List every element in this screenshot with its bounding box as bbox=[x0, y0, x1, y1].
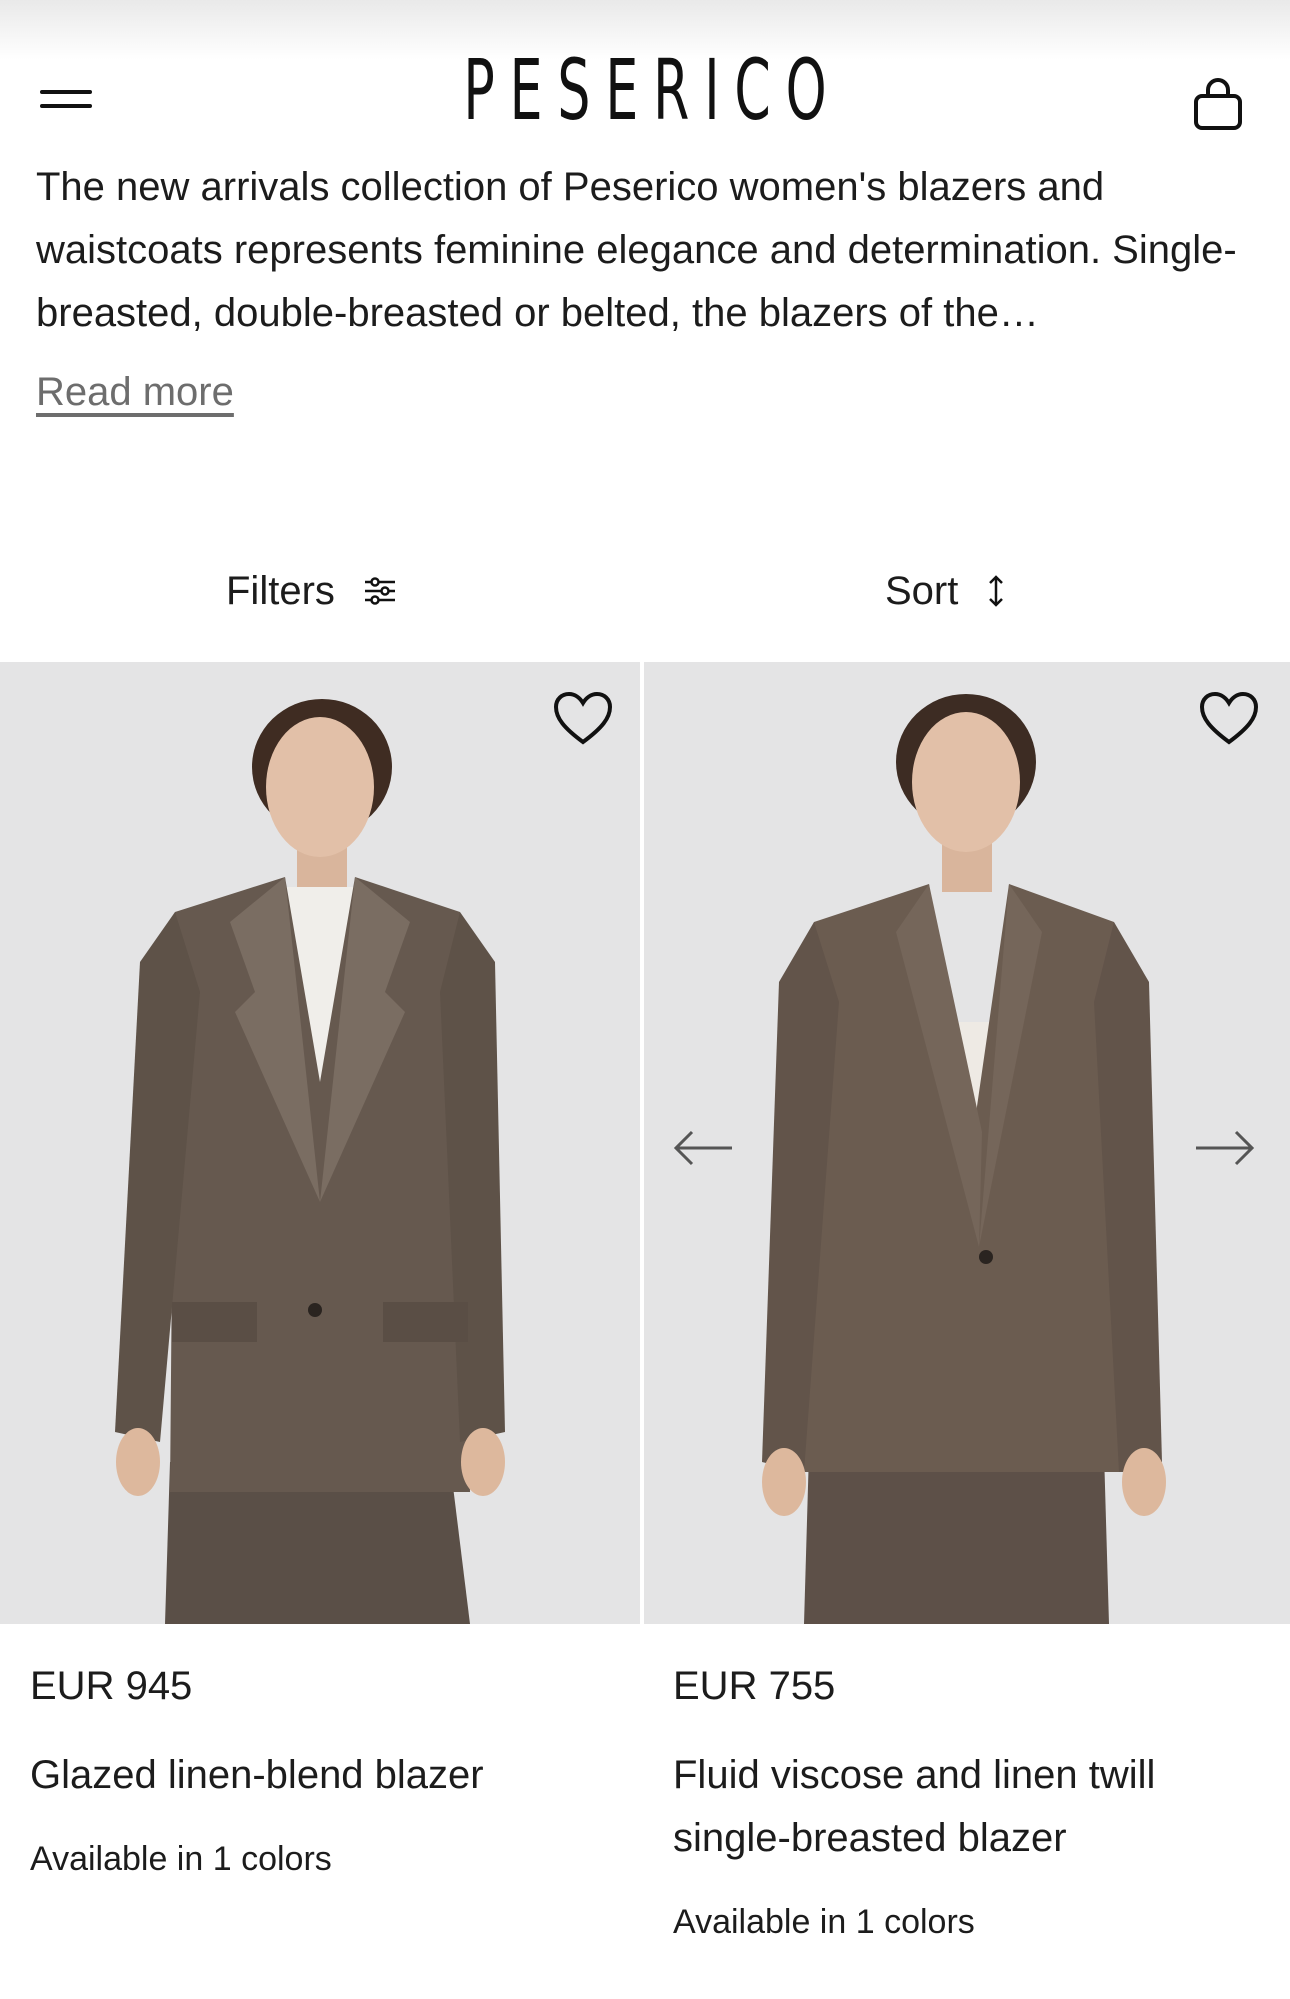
model-illustration bbox=[0, 662, 640, 1624]
hamburger-menu-icon[interactable] bbox=[40, 84, 92, 114]
heart-icon[interactable] bbox=[1198, 690, 1260, 748]
sliders-icon bbox=[364, 577, 395, 605]
sort-button[interactable]: Sort bbox=[885, 560, 1006, 622]
product-availability: Available in 1 colors bbox=[30, 1840, 332, 1878]
up-down-arrow-icon bbox=[989, 575, 1004, 607]
filters-label: Filters bbox=[226, 568, 335, 613]
collection-description: The new arrivals collection of Peserico … bbox=[36, 165, 1237, 335]
product-name[interactable]: Glazed linen-blend blazer bbox=[30, 1744, 630, 1807]
product-image[interactable] bbox=[644, 662, 1290, 1624]
filters-button[interactable]: Filters bbox=[226, 560, 397, 622]
heart-icon[interactable] bbox=[552, 690, 614, 748]
arrow-left-icon[interactable] bbox=[672, 1124, 736, 1172]
product-price: EUR 755 bbox=[673, 1664, 836, 1708]
brand-logo[interactable]: PESERICO bbox=[245, 48, 1045, 132]
product-image[interactable] bbox=[0, 662, 640, 1624]
product-price: EUR 945 bbox=[30, 1664, 193, 1708]
read-more-link[interactable]: Read more bbox=[36, 370, 234, 415]
arrow-right-icon[interactable] bbox=[1192, 1124, 1256, 1172]
sort-label: Sort bbox=[885, 568, 959, 613]
shopping-bag-icon[interactable] bbox=[1190, 78, 1246, 132]
product-name[interactable]: Fluid viscose and linen twill single-bre… bbox=[673, 1744, 1273, 1870]
product-availability: Available in 1 colors bbox=[673, 1903, 975, 1941]
